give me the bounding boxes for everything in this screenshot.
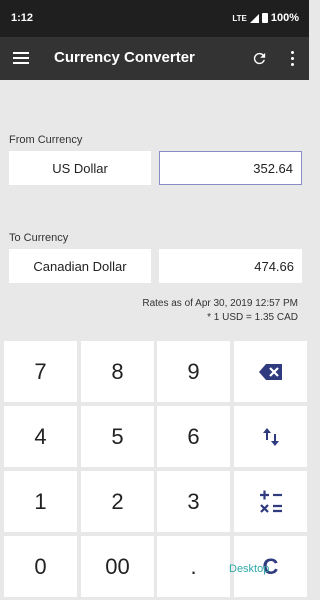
- key-7[interactable]: 7: [4, 341, 77, 402]
- key-5[interactable]: 5: [81, 406, 154, 467]
- to-amount-field[interactable]: 474.66: [159, 249, 302, 283]
- app-bar: Currency Converter: [0, 37, 309, 80]
- key-9[interactable]: 9: [157, 341, 230, 402]
- calculator-operations-button[interactable]: [234, 471, 307, 532]
- rates-date: Rates as of Apr 30, 2019 12:57 PM: [142, 298, 298, 309]
- battery-level: 100%: [270, 12, 299, 24]
- watermark: Desktop: [229, 563, 270, 575]
- backspace-icon: [258, 363, 282, 380]
- refresh-icon[interactable]: [251, 50, 268, 67]
- signal-icon: [249, 13, 259, 23]
- status-indicators: LTE 100%: [232, 12, 299, 24]
- status-bar: 1:12 LTE 100%: [0, 0, 309, 37]
- calculator-operators-icon: [259, 490, 282, 513]
- from-currency-select[interactable]: US Dollar: [9, 151, 151, 185]
- key-0[interactable]: 0: [4, 536, 77, 597]
- rates-conversion: * 1 USD = 1.35 CAD: [207, 312, 298, 323]
- from-amount-field[interactable]: 352.64: [159, 151, 302, 185]
- key-4[interactable]: 4: [4, 406, 77, 467]
- key-00[interactable]: 00: [81, 536, 154, 597]
- to-currency-select[interactable]: Canadian Dollar: [9, 249, 151, 283]
- app-title: Currency Converter: [54, 49, 195, 66]
- swap-arrows-icon: [262, 427, 279, 446]
- battery-icon: [261, 13, 268, 23]
- network-type: LTE: [232, 13, 247, 23]
- menu-icon[interactable]: [13, 52, 29, 64]
- key-1[interactable]: 1: [4, 471, 77, 532]
- key-decimal[interactable]: .: [157, 536, 230, 597]
- key-8[interactable]: 8: [81, 341, 154, 402]
- backspace-button[interactable]: [234, 341, 307, 402]
- key-6[interactable]: 6: [157, 406, 230, 467]
- rates-info: Rates as of Apr 30, 2019 12:57 PM * 1 US…: [142, 297, 298, 325]
- keypad: 7 8 9 4 5 6 1 2 3 0 00 . C: [0, 339, 309, 600]
- to-currency-label: To Currency: [9, 232, 69, 244]
- from-currency-label: From Currency: [9, 134, 83, 146]
- swap-currencies-button[interactable]: [234, 406, 307, 467]
- status-time: 1:12: [11, 12, 34, 24]
- key-2[interactable]: 2: [81, 471, 154, 532]
- key-3[interactable]: 3: [157, 471, 230, 532]
- more-options-icon[interactable]: [290, 50, 296, 67]
